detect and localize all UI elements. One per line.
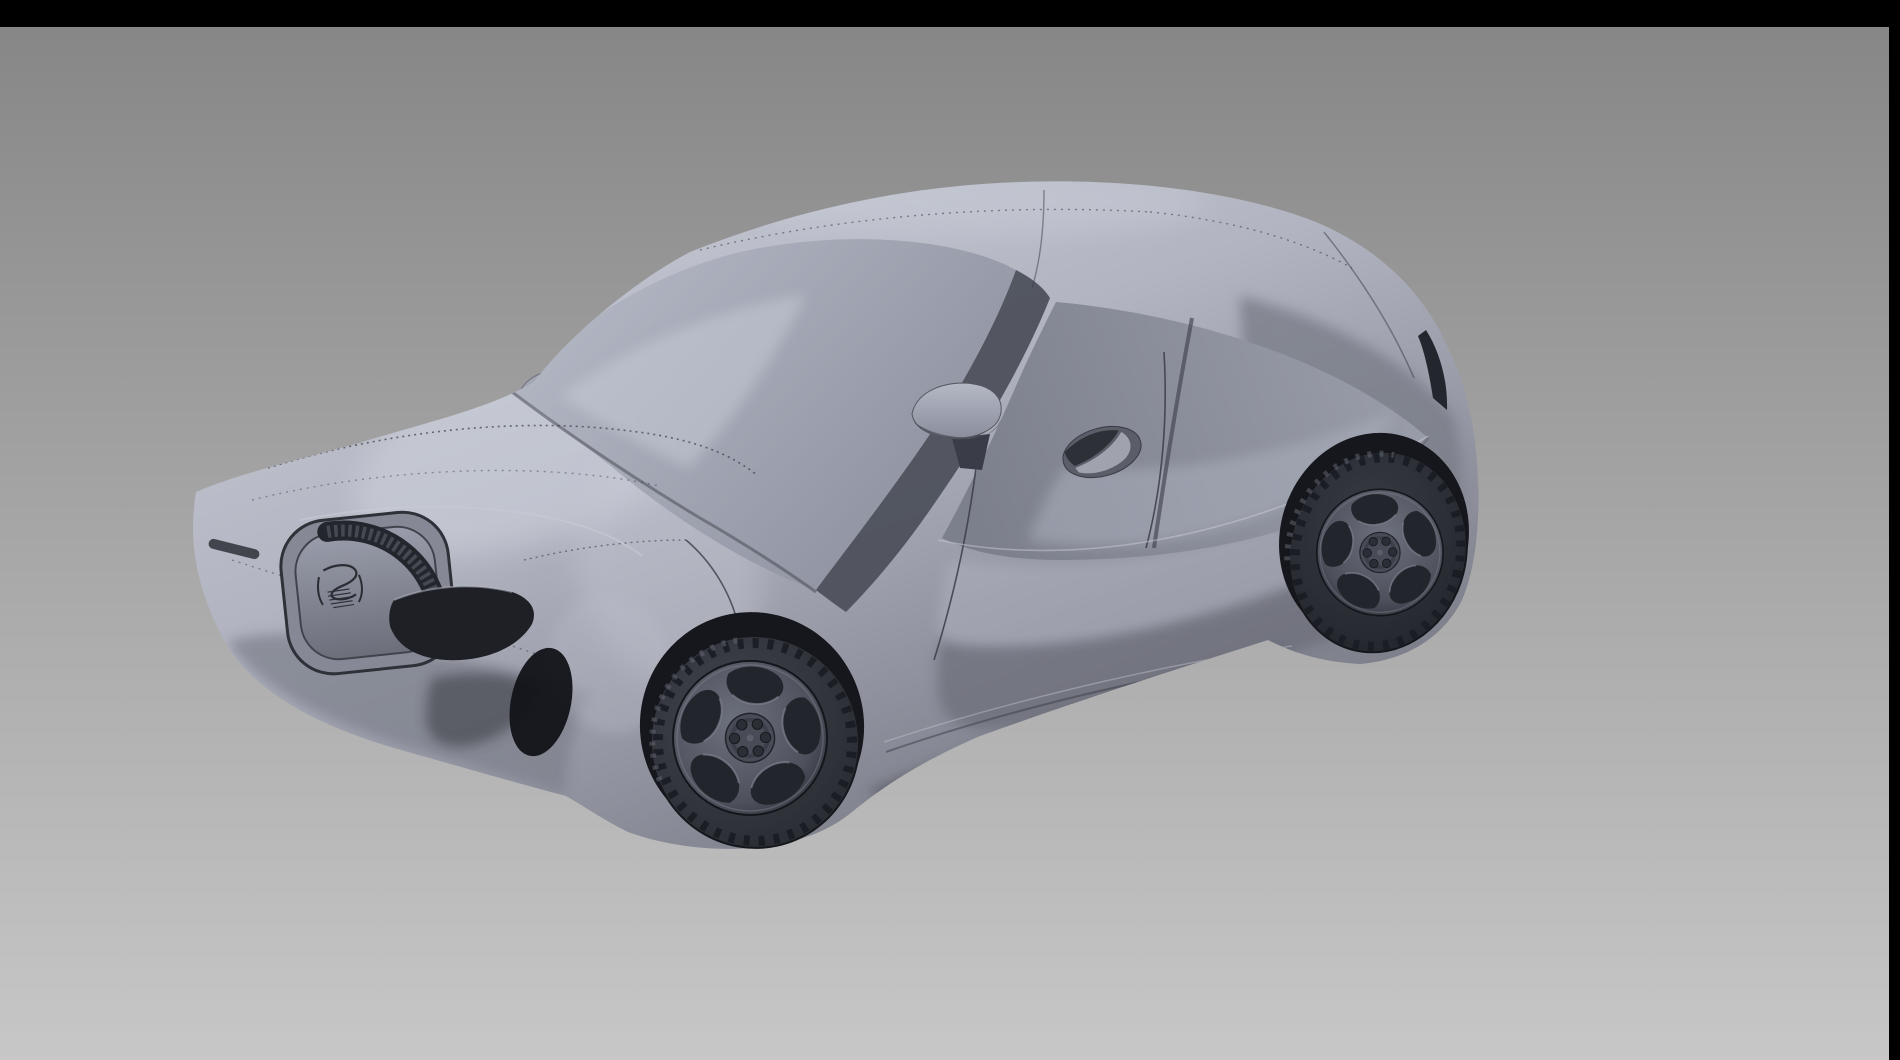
right-letterbox-bar [1889,0,1900,1060]
cad-application-window [0,0,1900,1060]
top-letterbox-bar [0,0,1900,27]
viewport-canvas[interactable] [0,0,1900,1060]
